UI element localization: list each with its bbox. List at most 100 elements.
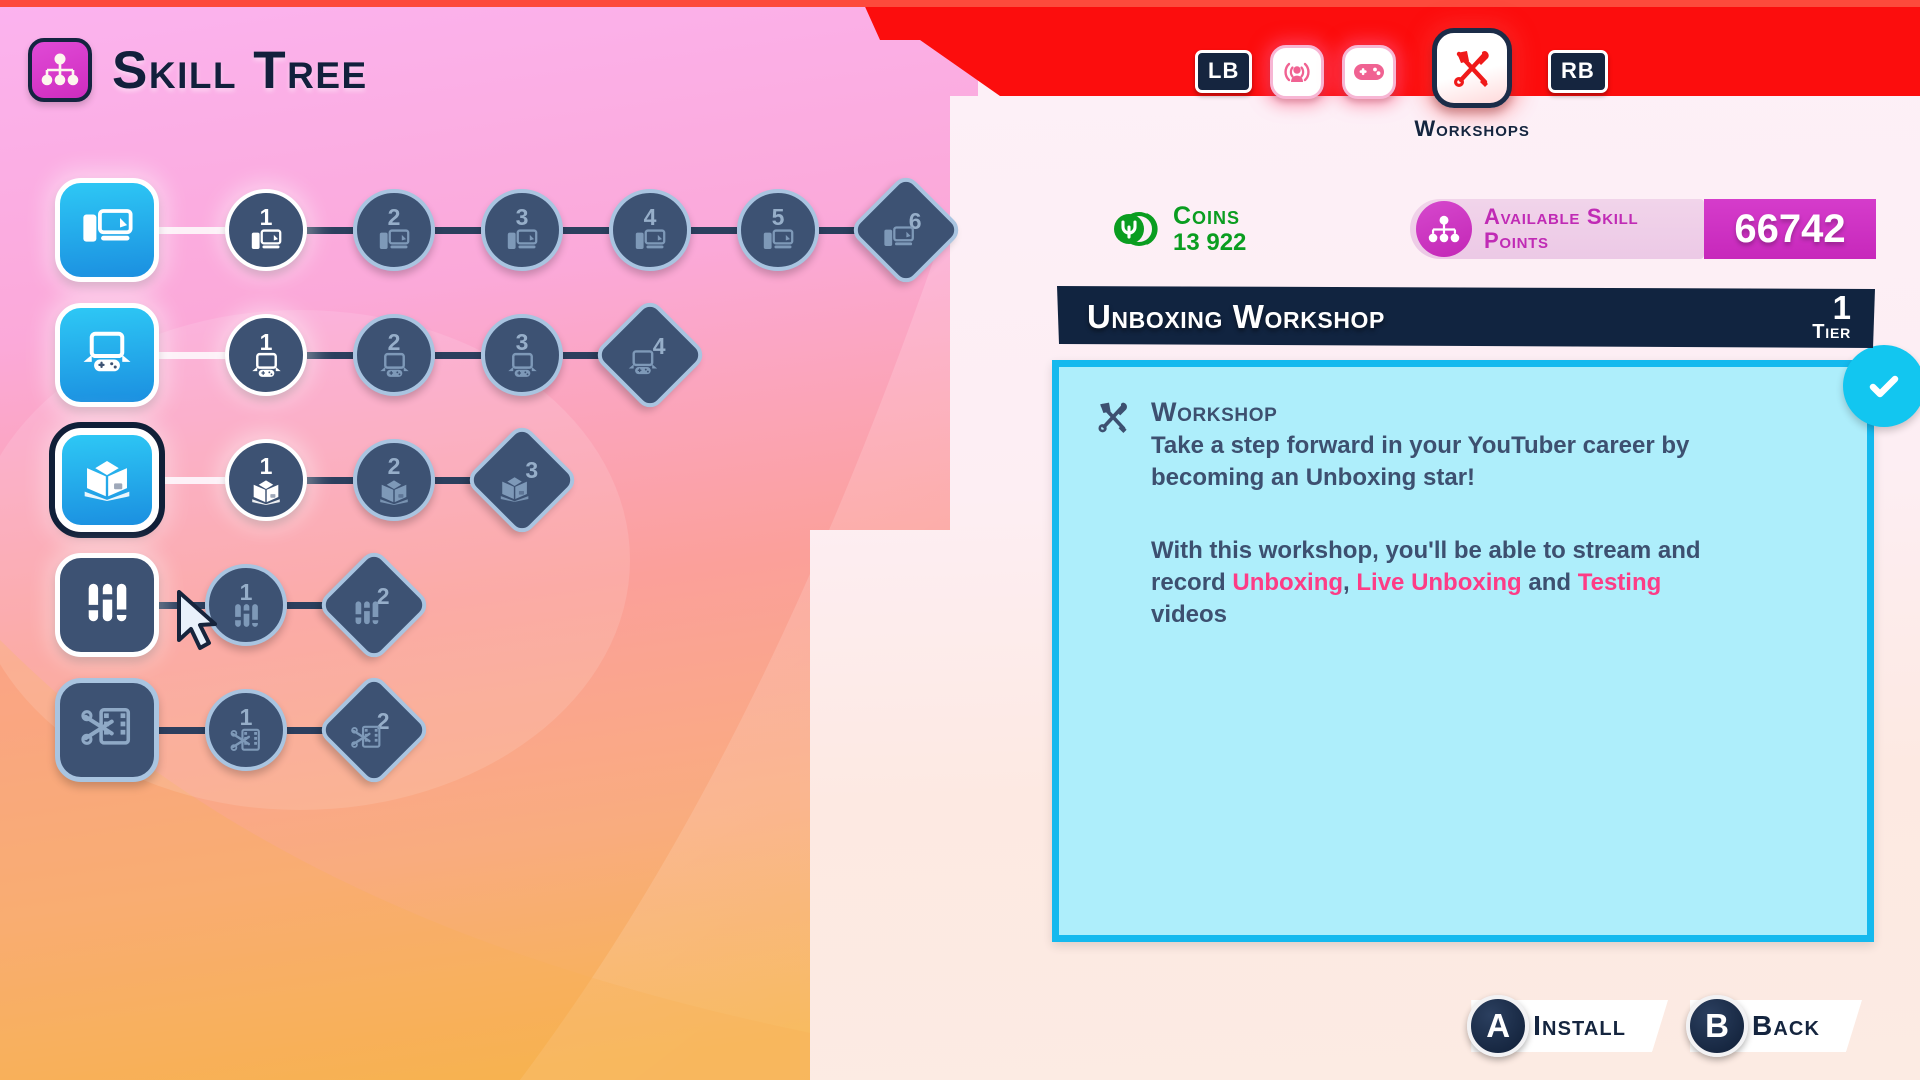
left-shoulder-badge[interactable]: LB: [1195, 50, 1253, 93]
header-top-strip: [0, 0, 1920, 7]
skill-root-video-editing[interactable]: [55, 678, 159, 782]
console-gamepad-icon: [250, 352, 283, 379]
action-button-back[interactable]: Back B: [1686, 995, 1862, 1057]
console-gamepad-icon: [80, 330, 134, 380]
action-button-label: Back: [1752, 1010, 1820, 1041]
workshop-tier: 1 Tier: [1812, 289, 1851, 344]
skill-points-label: Available Skill Points: [1484, 203, 1639, 253]
coins-label: Coins: [1173, 201, 1241, 230]
pc-monitor-icon: [762, 227, 794, 254]
check-icon: [1843, 345, 1920, 427]
skill-link: [307, 476, 353, 484]
skill-node-unboxing-1[interactable]: 1: [225, 439, 307, 521]
skill-row-pc-setup: 1 2 3 4 5 6: [55, 170, 964, 290]
skill-node-video-editing-1[interactable]: 1: [205, 689, 287, 771]
node-level: 1: [239, 579, 253, 605]
tier-value: 1: [1832, 289, 1851, 327]
node-level: 2: [387, 329, 401, 355]
skill-node-pc-setup-3[interactable]: 3: [481, 189, 563, 271]
skill-link: [159, 476, 225, 484]
action-button-label: Install: [1533, 1010, 1627, 1041]
gamepad-icon: [1342, 45, 1397, 99]
skill-node-audio-mixing-2[interactable]: 2: [316, 547, 432, 663]
node-level: 2: [387, 453, 401, 479]
skill-points-value: 66742: [1704, 199, 1876, 259]
skill-node-console-gaming-3[interactable]: 3: [481, 314, 563, 396]
right-shoulder-badge[interactable]: RB: [1547, 50, 1608, 93]
workshop-name: Unboxing Workshop: [1087, 298, 1385, 335]
action-button-install[interactable]: Install A: [1467, 995, 1668, 1057]
info-subtitle: Workshop: [1151, 397, 1278, 427]
pc-monitor-icon: [250, 227, 282, 254]
pc-monitor-icon: [883, 224, 915, 251]
node-level: 5: [771, 204, 785, 230]
skill-node-video-editing-2[interactable]: 2: [316, 672, 432, 788]
film-cut-icon: [351, 724, 383, 751]
open-box-icon: [81, 454, 133, 506]
highlight-unboxing: Unboxing: [1232, 569, 1344, 597]
pc-monitor-icon: [378, 227, 410, 254]
node-level: 3: [515, 204, 529, 230]
open-box-icon: [250, 476, 282, 505]
skill-node-pc-setup-5[interactable]: 5: [737, 189, 819, 271]
skill-link: [307, 226, 353, 234]
skill-tree-grid: 1 2 3 4 5 6 1 2 3 4 1 2 3 1 2 1 2: [0, 140, 1010, 940]
tab-label-workshops: Workshops: [1414, 116, 1530, 141]
skill-root-pc-setup[interactable]: [55, 178, 159, 282]
skill-tree-icon: [28, 38, 92, 102]
console-gamepad-icon: [626, 349, 659, 376]
sep-2: and: [1521, 569, 1578, 597]
tier-label: Tier: [1812, 321, 1851, 344]
skill-root-console-gaming[interactable]: [55, 303, 159, 407]
skill-link: [691, 226, 737, 234]
highlight-live-unboxing: Live Unboxing: [1356, 569, 1522, 597]
info-paragraph-2: With this workshop, you'll be able to st…: [1151, 535, 1741, 630]
skill-root-unboxing[interactable]: [49, 422, 165, 538]
workshop-info-panel: Workshop Take a step forward in your You…: [1052, 345, 1920, 942]
tab-workshops[interactable]: Workshops: [1414, 20, 1530, 142]
coin-stack-icon: [1114, 212, 1158, 246]
info-p2-post: videos: [1151, 600, 1228, 628]
skill-node-console-gaming-2[interactable]: 2: [353, 314, 435, 396]
pc-monitor-icon: [506, 227, 538, 254]
skill-tree-icon: [1416, 201, 1472, 257]
hammer-wrench-icon: [1432, 28, 1513, 108]
node-level: 1: [239, 704, 253, 730]
skill-link: [159, 726, 205, 734]
skill-node-pc-setup-6[interactable]: 6: [848, 172, 964, 288]
skill-node-unboxing-2[interactable]: 2: [353, 439, 435, 521]
skill-node-pc-setup-4[interactable]: 4: [609, 189, 691, 271]
skill-node-unboxing-3[interactable]: 3: [464, 422, 580, 538]
node-level: 4: [643, 204, 657, 230]
node-level: 1: [259, 329, 273, 355]
skill-row-video-editing: 1 2: [55, 670, 432, 790]
skill-link: [159, 226, 225, 234]
film-cut-icon: [230, 727, 262, 754]
highlight-testing: Testing: [1577, 569, 1662, 597]
tab-strip: LB Workshops RB: [1195, 20, 1608, 142]
skill-node-pc-setup-2[interactable]: 2: [353, 189, 435, 271]
skill-node-pc-setup-1[interactable]: 1: [225, 189, 307, 271]
tab-gaming[interactable]: [1342, 20, 1397, 107]
gamepad-glyph-b: B: [1686, 995, 1749, 1057]
mouse-cursor: [177, 590, 217, 650]
node-level: 1: [259, 204, 273, 230]
page-title-group: Skill Tree: [28, 38, 368, 102]
gamepad-glyph-a: A: [1467, 995, 1530, 1057]
skill-link: [159, 351, 225, 359]
sep-1: ,: [1343, 569, 1357, 597]
page-title: Skill Tree: [112, 40, 368, 100]
skill-row-unboxing: 1 2 3: [49, 420, 580, 540]
tab-streaming[interactable]: [1270, 20, 1325, 107]
skill-link: [435, 226, 481, 234]
skill-link: [307, 351, 353, 359]
skill-root-audio-mixing[interactable]: [55, 553, 159, 657]
skill-node-console-gaming-1[interactable]: 1: [225, 314, 307, 396]
skill-points-display: Available Skill Points 66742: [1410, 194, 1876, 264]
pc-monitor-icon: [81, 205, 133, 255]
info-paragraph-1: Take a step forward in your YouTuber car…: [1151, 432, 1690, 491]
broadcast-person-icon: [1270, 45, 1325, 99]
skill-node-console-gaming-4[interactable]: 4: [592, 297, 708, 413]
coins-value: 13 922: [1173, 228, 1247, 256]
open-box-icon: [499, 473, 531, 502]
